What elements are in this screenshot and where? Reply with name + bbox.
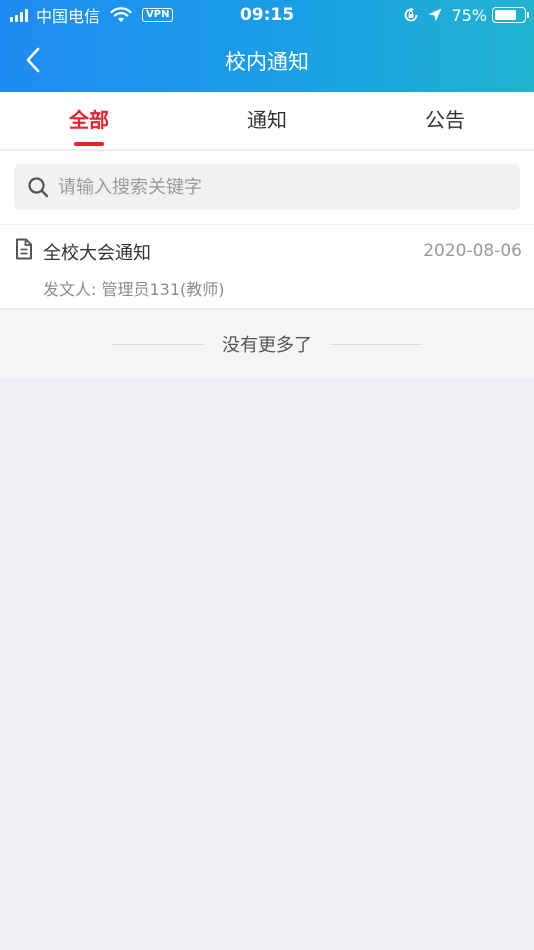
active-tab-indicator (74, 142, 104, 146)
signal-strength-icon (10, 8, 30, 22)
tab-all[interactable]: 全部 (24, 92, 154, 150)
divider-line (330, 343, 422, 345)
tab-label: 通知 (247, 108, 287, 132)
no-more-text: 没有更多了 (222, 335, 312, 356)
header-bar: 中国电信 VPN 09:15 75% 校内通知 (0, 0, 534, 92)
battery-percentage: 75% (451, 5, 487, 25)
tab-label: 全部 (69, 108, 109, 132)
search-input[interactable] (58, 176, 498, 198)
search-area (0, 151, 534, 225)
status-bar: 中国电信 VPN 09:15 75% (0, 0, 534, 30)
orientation-lock-icon (405, 7, 418, 22)
battery-icon (492, 7, 529, 23)
page-title: 校内通知 (225, 50, 309, 74)
chevron-left-icon (26, 47, 40, 73)
tab-announcement[interactable]: 公告 (380, 92, 510, 150)
list-item[interactable]: 全校大会通知 2020-08-06 发文人: 管理员131(教师) (0, 225, 534, 309)
search-icon (28, 177, 49, 198)
notice-date: 2020-08-06 (423, 241, 522, 261)
search-box[interactable] (14, 164, 520, 210)
back-button[interactable] (16, 42, 50, 78)
tab-notice[interactable]: 通知 (202, 92, 332, 150)
divider-line (112, 343, 204, 345)
document-icon (16, 238, 32, 260)
wifi-icon (110, 7, 132, 22)
location-arrow-icon (428, 8, 442, 22)
notice-sender: 发文人: 管理员131(教师) (43, 280, 225, 299)
notice-list: 全校大会通知 2020-08-06 发文人: 管理员131(教师) (0, 225, 534, 309)
notice-title: 全校大会通知 (43, 243, 151, 264)
vpn-badge: VPN (142, 8, 174, 22)
carrier-name: 中国电信 (36, 7, 101, 26)
no-more-indicator: 没有更多了 (0, 310, 534, 378)
tab-bar: 全部 通知 公告 (0, 92, 534, 150)
tab-label: 公告 (425, 108, 465, 132)
